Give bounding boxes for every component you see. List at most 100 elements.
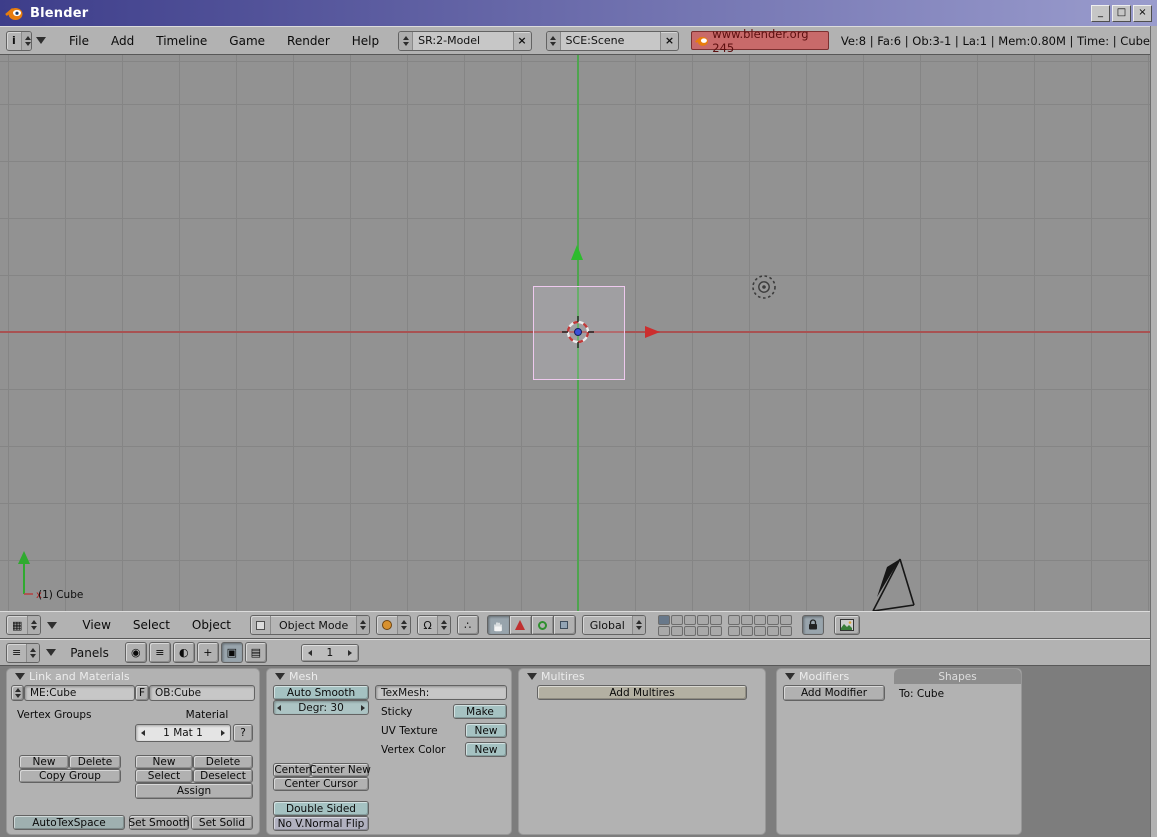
shading-context-button[interactable]: ◐ — [173, 642, 195, 663]
manipulator-scale-button[interactable] — [553, 615, 576, 635]
pivot-stepper[interactable] — [437, 616, 450, 634]
menu-add[interactable]: Add — [100, 34, 145, 48]
scene-delete-icon[interactable]: × — [660, 32, 678, 50]
buttons-editor-stepper[interactable] — [26, 644, 39, 662]
proportional-edit-button[interactable]: ∴ — [457, 615, 479, 635]
center-cursor-button[interactable]: Center Cursor — [273, 777, 369, 791]
object-context-button[interactable]: + — [197, 642, 219, 663]
screen-selector[interactable]: SR:2-Model × — [398, 31, 531, 51]
manipulator-rotate-button[interactable] — [531, 615, 554, 635]
deselect-button[interactable]: Deselect — [193, 769, 253, 783]
layer-toggle[interactable] — [684, 626, 696, 636]
set-solid-button[interactable]: Set Solid — [191, 815, 253, 830]
frame-next-icon[interactable] — [348, 650, 352, 656]
mesh-panel-header[interactable]: Mesh — [267, 669, 511, 684]
layer-toggle[interactable] — [658, 626, 670, 636]
layer-toggle[interactable] — [767, 615, 779, 625]
editor-type-selector-3d[interactable]: ▦ — [6, 615, 41, 635]
editor-type-selector-info[interactable]: i — [6, 31, 32, 51]
object-origin-dot[interactable] — [574, 328, 582, 336]
manipulator-hand-button[interactable] — [487, 615, 510, 635]
mesh-name-field[interactable]: ME:Cube — [24, 685, 135, 701]
editing-context-button[interactable]: ▣ — [221, 642, 243, 663]
logic-context-button[interactable]: ◉ — [125, 642, 147, 663]
degr-decrease-icon[interactable] — [277, 705, 281, 711]
layer-toggle[interactable] — [658, 615, 670, 625]
layer-toggle[interactable] — [767, 626, 779, 636]
add-multires-button[interactable]: Add Multires — [537, 685, 747, 700]
layer-toggle[interactable] — [741, 615, 753, 625]
select-button[interactable]: Select — [135, 769, 193, 783]
layer-toggle[interactable] — [710, 615, 722, 625]
object-name-field[interactable]: OB:Cube — [149, 685, 255, 701]
center-new-button[interactable]: Center New — [311, 763, 369, 777]
layer-toggle[interactable] — [780, 615, 792, 625]
draw-type-selector[interactable] — [376, 615, 411, 635]
texmesh-field[interactable]: TexMesh: — [375, 685, 507, 700]
link-panel-header[interactable]: Link and Materials — [7, 669, 259, 684]
menu-file[interactable]: File — [58, 34, 100, 48]
layer-toggle[interactable] — [728, 626, 740, 636]
no-vnormal-flip-toggle[interactable]: No V.Normal Flip — [273, 816, 369, 831]
multires-panel-header[interactable]: Multires — [519, 669, 765, 684]
set-smooth-button[interactable]: Set Smooth — [129, 815, 189, 830]
layer-toggle[interactable] — [671, 615, 683, 625]
layer-toggle[interactable] — [697, 615, 709, 625]
layer-toggle[interactable] — [697, 626, 709, 636]
material-index-field[interactable]: 1 Mat 1 — [135, 724, 231, 742]
info-menu-collapse-icon[interactable] — [36, 37, 46, 44]
layer-toggle[interactable] — [684, 615, 696, 625]
menu-object[interactable]: Object — [181, 618, 242, 632]
autotexspace-button[interactable]: AutoTexSpace — [13, 815, 125, 830]
vgroup-delete-button[interactable]: Delete — [69, 755, 121, 769]
fake-user-button[interactable]: F — [135, 685, 149, 701]
lock-layers-button[interactable] — [802, 615, 824, 635]
3d-editor-stepper[interactable] — [27, 616, 40, 634]
scene-name-field[interactable]: SCE:Scene — [560, 32, 660, 50]
frame-number-stepper[interactable]: 1 — [301, 644, 359, 662]
center-button[interactable]: Center — [273, 763, 311, 777]
layer-toggle[interactable] — [728, 615, 740, 625]
mode-selector[interactable]: Object Mode — [250, 615, 370, 635]
manipulator-y-arrow[interactable] — [571, 245, 583, 260]
degr-increase-icon[interactable] — [361, 705, 365, 711]
degr-number-field[interactable]: Degr: 30 — [273, 700, 369, 715]
uv-texture-new-button[interactable]: New — [465, 723, 507, 738]
add-modifier-button[interactable]: Add Modifier — [783, 685, 885, 701]
scene-context-button[interactable]: ▤ — [245, 642, 267, 663]
auto-smooth-toggle[interactable]: Auto Smooth — [273, 685, 369, 700]
transform-orientation-selector[interactable]: Global — [582, 615, 646, 635]
scene-selector[interactable]: SCE:Scene × — [546, 31, 679, 51]
camera-object[interactable] — [850, 553, 930, 611]
lamp-object[interactable] — [749, 272, 779, 302]
buttons-menu-collapse-icon[interactable] — [46, 649, 56, 656]
mat-prev-icon[interactable] — [141, 730, 145, 736]
vgroup-new-button[interactable]: New — [19, 755, 69, 769]
frame-prev-icon[interactable] — [308, 650, 312, 656]
screen-browse-stepper[interactable] — [399, 32, 412, 50]
sticky-make-button[interactable]: Make — [453, 704, 507, 719]
layer-toggle[interactable] — [754, 615, 766, 625]
layer-toggle[interactable] — [754, 626, 766, 636]
mat-next-icon[interactable] — [221, 730, 225, 736]
layer-toggle[interactable] — [780, 626, 792, 636]
double-sided-toggle[interactable]: Double Sided — [273, 801, 369, 816]
info-editor-stepper[interactable] — [21, 32, 32, 50]
draw-type-stepper[interactable] — [397, 616, 410, 634]
assign-button[interactable]: Assign — [135, 783, 253, 799]
material-delete-button[interactable]: Delete — [193, 755, 253, 769]
scene-browse-stepper[interactable] — [547, 32, 560, 50]
3d-menu-collapse-icon[interactable] — [47, 622, 57, 629]
mesh-browse-button[interactable] — [11, 685, 24, 701]
version-banner[interactable]: www.blender.org 245 — [691, 31, 829, 50]
menu-view[interactable]: View — [71, 618, 121, 632]
3d-viewport[interactable]: x (1) Cube — [0, 55, 1150, 611]
layer-toggle[interactable] — [710, 626, 722, 636]
render-preview-button[interactable] — [834, 615, 860, 635]
copy-group-button[interactable]: Copy Group — [19, 769, 121, 783]
script-context-button[interactable]: ≡ — [149, 642, 171, 663]
pivot-selector[interactable]: Ω — [417, 615, 450, 635]
close-button[interactable]: × — [1133, 5, 1152, 22]
orientation-stepper[interactable] — [632, 616, 645, 634]
mode-stepper[interactable] — [356, 616, 369, 634]
